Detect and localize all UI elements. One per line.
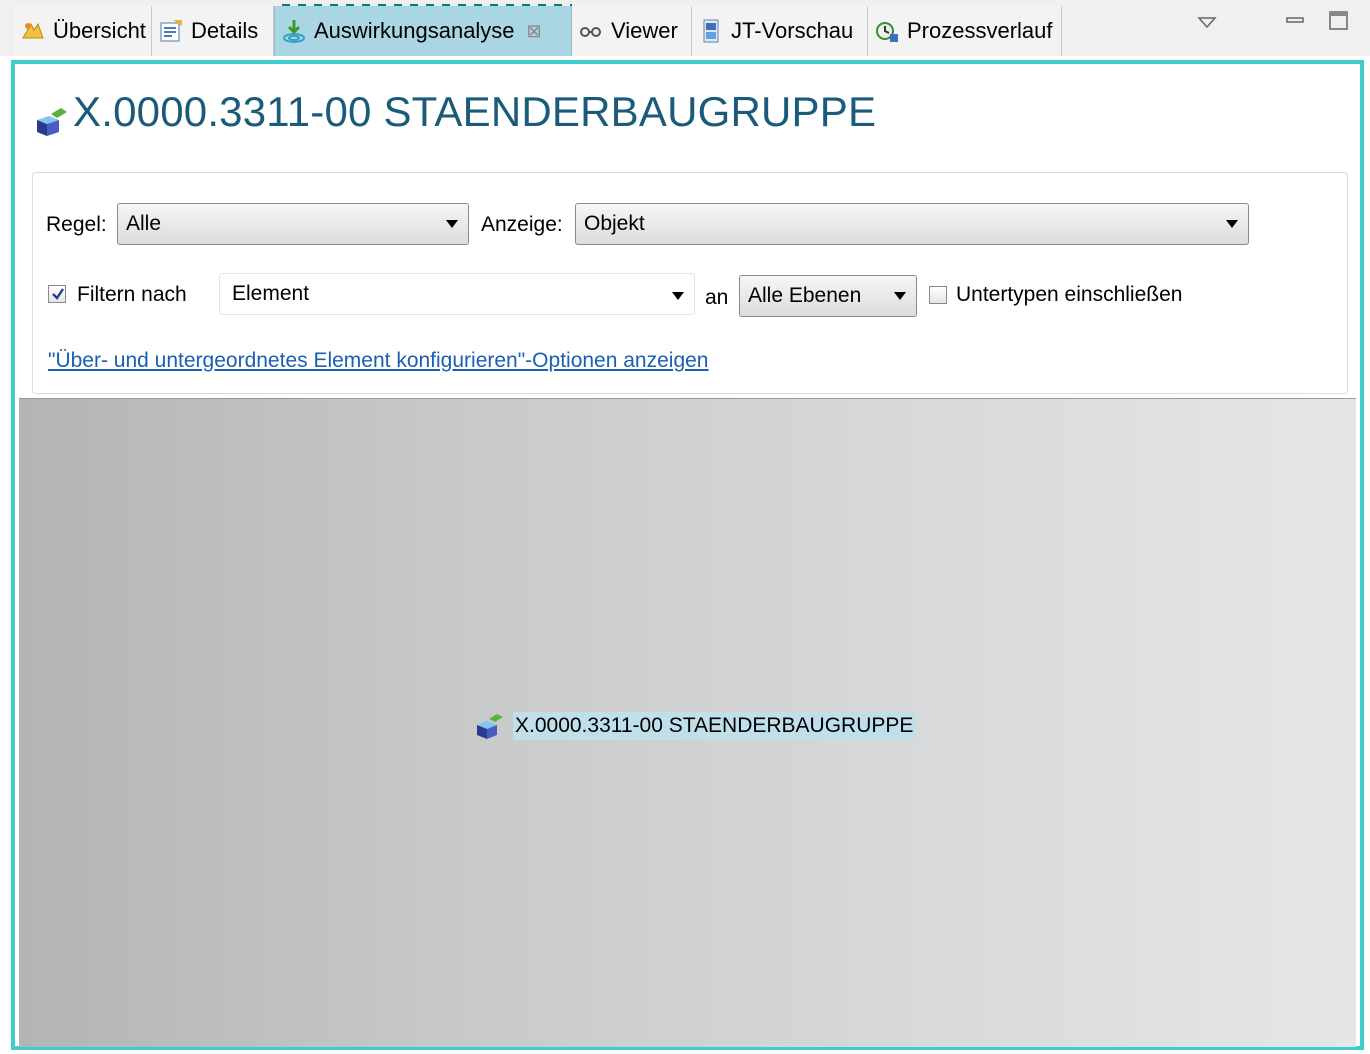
at-label: an bbox=[705, 286, 729, 309]
tab-label: Übersicht bbox=[53, 18, 146, 43]
jt-preview-icon bbox=[703, 19, 719, 43]
maximize-icon[interactable] bbox=[1328, 10, 1350, 32]
subtypes-label: Untertypen einschließen bbox=[956, 283, 1183, 306]
display-value: Objekt bbox=[584, 212, 645, 235]
page-title: X.0000.3311-00 STAENDERBAUGRUPPE bbox=[73, 88, 877, 135]
tab-label: JT-Vorschau bbox=[731, 18, 854, 43]
rule-select[interactable]: Alle bbox=[117, 203, 469, 245]
tab-auswirkungsanalyse[interactable]: Auswirkungsanalyse ⊠ bbox=[274, 6, 572, 56]
level-select[interactable]: Alle Ebenen bbox=[739, 275, 917, 317]
configure-options-link[interactable]: "Über- und untergeordnetes Element konfi… bbox=[48, 349, 709, 373]
tab-jt-vorschau[interactable]: JT-Vorschau bbox=[692, 6, 868, 56]
subtypes-checkbox[interactable] bbox=[929, 286, 947, 304]
tab-viewer[interactable]: Viewer bbox=[572, 6, 692, 56]
chevron-down-icon bbox=[446, 220, 458, 228]
view-menu-icon[interactable] bbox=[1196, 14, 1218, 32]
level-value: Alle Ebenen bbox=[748, 284, 862, 307]
rule-label: Regel: bbox=[46, 213, 107, 236]
tab-prozessverlauf[interactable]: Prozessverlauf bbox=[868, 6, 1062, 56]
impact-analysis-editor: X.0000.3311-00 STAENDERBAUGRUPPE Regel: … bbox=[11, 60, 1364, 1050]
chevron-down-icon bbox=[1226, 220, 1238, 228]
graph-node[interactable]: X.0000.3311-00 STAENDERBAUGRUPPE bbox=[475, 711, 916, 741]
process-history-icon bbox=[876, 22, 898, 42]
details-icon bbox=[160, 20, 182, 42]
minimize-icon[interactable] bbox=[1285, 10, 1307, 30]
tab-label: Prozessverlauf bbox=[907, 18, 1053, 43]
filter-type-combo[interactable]: Element bbox=[219, 273, 695, 315]
graph-node-label: X.0000.3311-00 STAENDERBAUGRUPPE bbox=[513, 712, 916, 740]
editor-tab-strip: Übersicht Details Auswirkungsanalyse ⊠ V… bbox=[0, 0, 1370, 56]
tab-label: Viewer bbox=[611, 18, 678, 43]
chevron-down-icon bbox=[894, 292, 906, 300]
display-select[interactable]: Objekt bbox=[575, 203, 1249, 245]
assembly-icon bbox=[37, 108, 67, 136]
impact-analysis-icon bbox=[283, 20, 305, 43]
filter-panel: Regel: Alle Anzeige: Objekt Filtern nach… bbox=[32, 172, 1348, 394]
rule-value: Alle bbox=[126, 212, 162, 235]
chevron-down-icon bbox=[672, 292, 684, 300]
tab-label: Auswirkungsanalyse bbox=[314, 18, 515, 43]
tab-label: Details bbox=[191, 18, 259, 43]
display-label: Anzeige: bbox=[481, 213, 563, 236]
filter-type-value: Element bbox=[232, 282, 310, 305]
overview-icon bbox=[22, 22, 44, 39]
check-icon bbox=[52, 288, 64, 300]
tab-uebersicht[interactable]: Übersicht bbox=[14, 6, 152, 56]
filter-by-label: Filtern nach bbox=[77, 283, 187, 306]
close-icon[interactable]: ⊠ bbox=[527, 21, 542, 42]
impact-graph-canvas[interactable]: X.0000.3311-00 STAENDERBAUGRUPPE bbox=[19, 398, 1356, 1047]
tab-details[interactable]: Details bbox=[152, 6, 274, 56]
glasses-icon bbox=[580, 27, 601, 37]
filter-checkbox[interactable] bbox=[48, 285, 66, 303]
assembly-icon bbox=[477, 714, 503, 739]
